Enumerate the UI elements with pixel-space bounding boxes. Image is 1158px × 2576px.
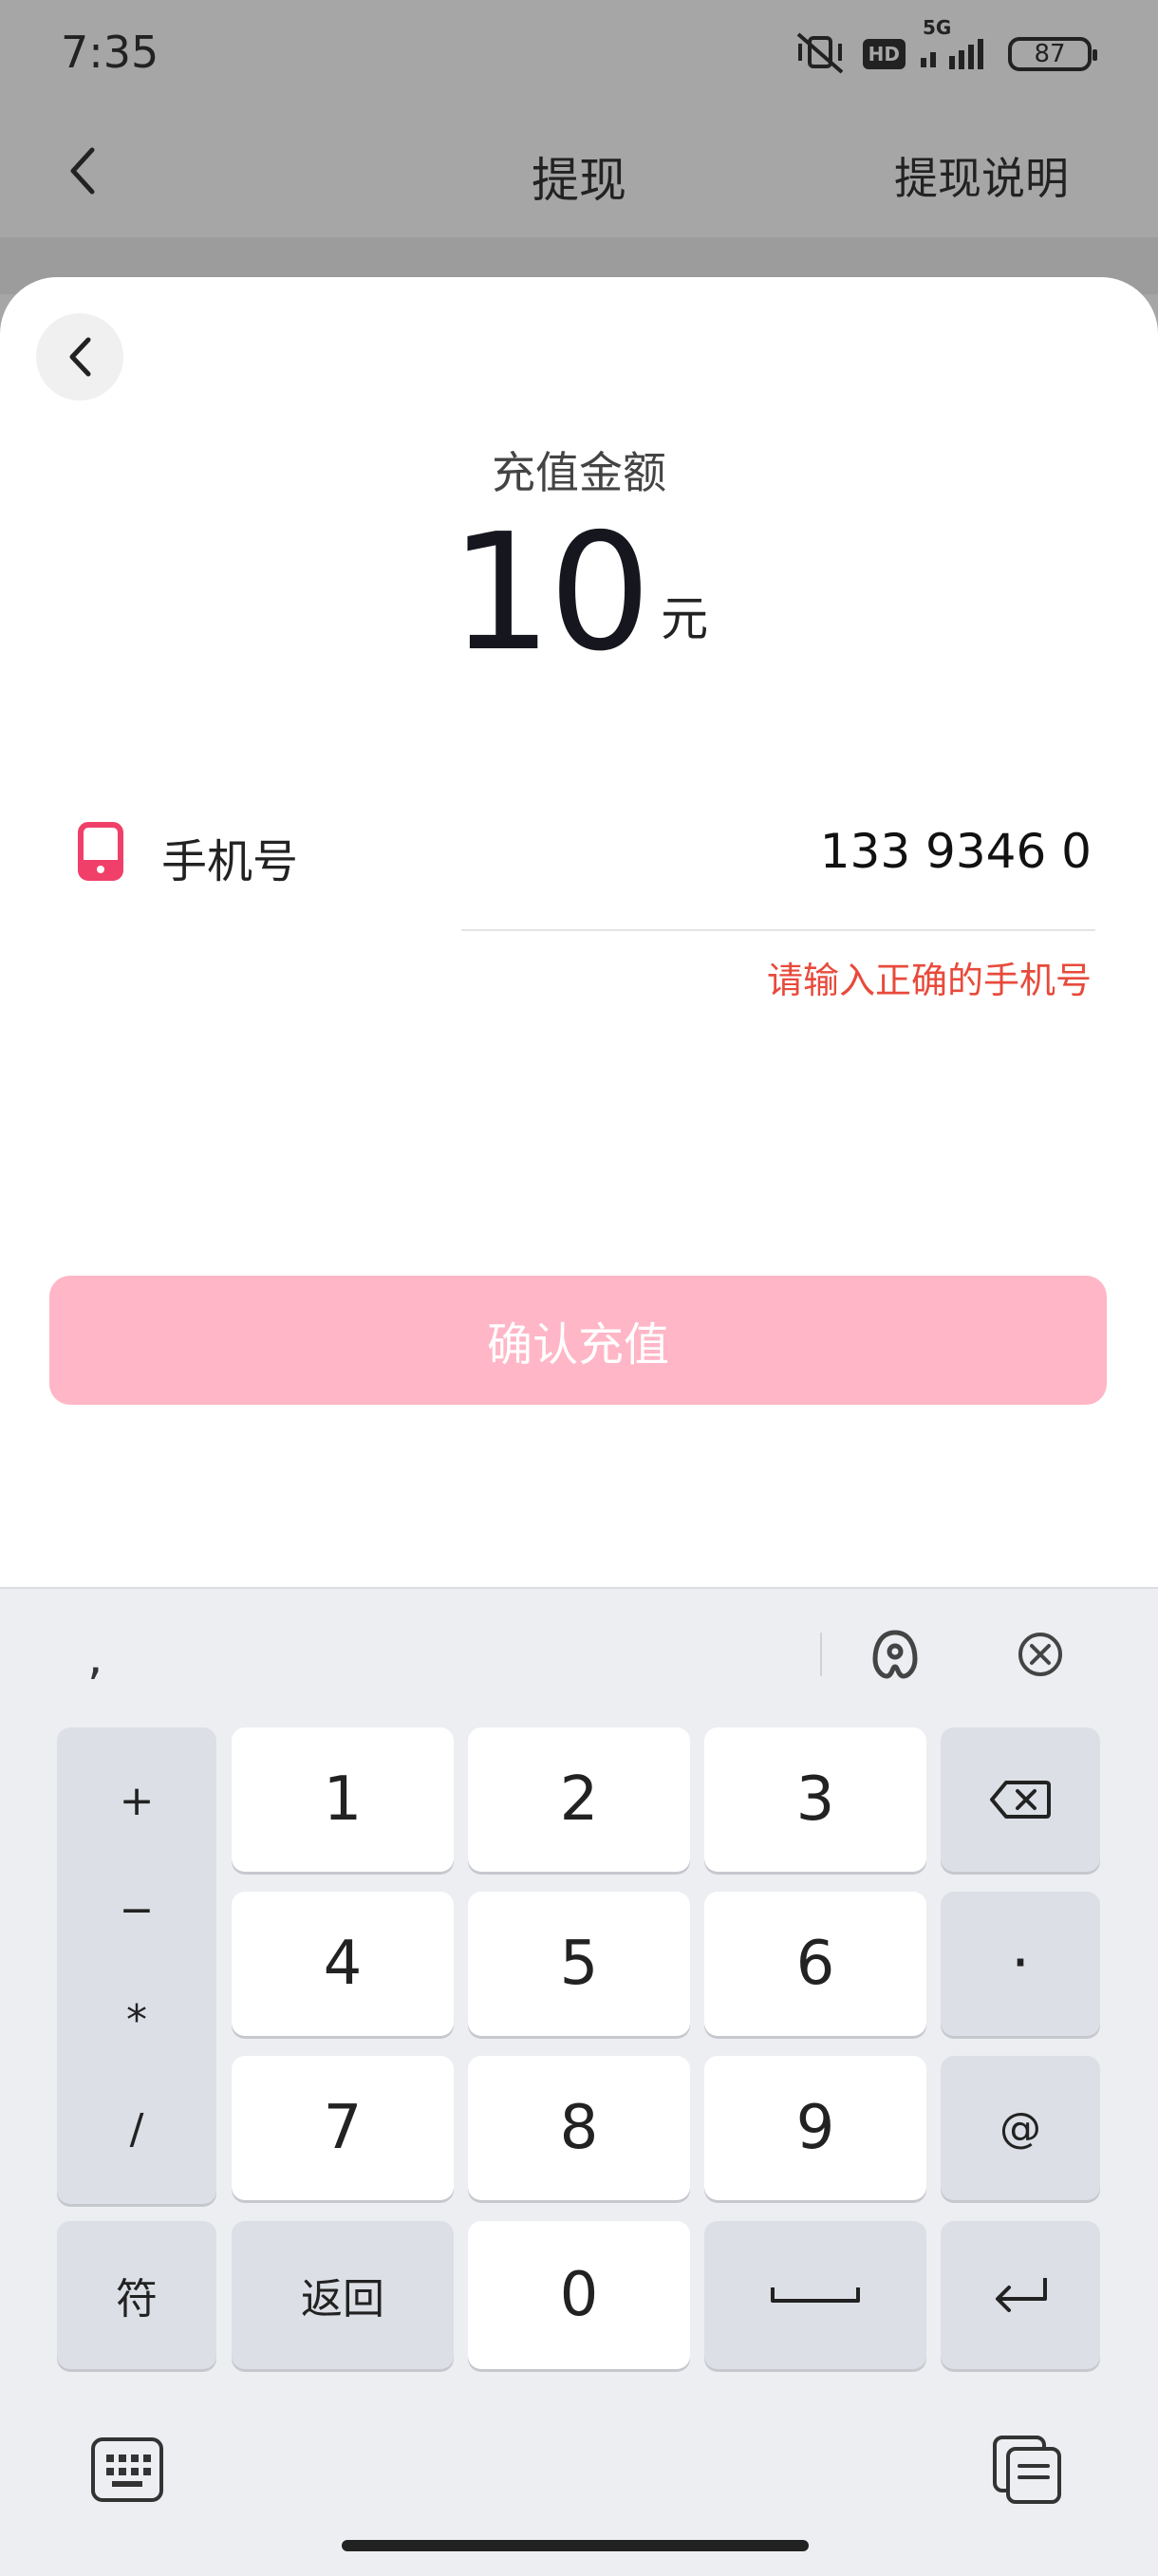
return-key[interactable]: 返回 bbox=[232, 2221, 454, 2369]
multiply-key[interactable]: * bbox=[126, 1999, 147, 2042]
confirm-recharge-button[interactable]: 确认充值 bbox=[49, 1276, 1107, 1405]
amount-display: 10 元 bbox=[0, 513, 1158, 674]
dot-key[interactable]: · bbox=[941, 1892, 1100, 2036]
divide-key[interactable]: / bbox=[130, 2109, 144, 2151]
phone-input[interactable]: 133 9346 0 bbox=[820, 824, 1092, 879]
sheet-back-button[interactable] bbox=[36, 313, 123, 401]
phone-error-message: 请输入正确的手机号 bbox=[766, 960, 1092, 1001]
backspace-icon bbox=[990, 1781, 1051, 1819]
battery-icon: 87 bbox=[1008, 37, 1097, 71]
plus-key[interactable]: + bbox=[120, 1780, 155, 1822]
enter-key[interactable] bbox=[941, 2221, 1100, 2369]
home-indicator[interactable] bbox=[342, 2540, 809, 2551]
phone-label: 手机号 bbox=[161, 835, 299, 888]
key-9[interactable]: 9 bbox=[704, 2056, 926, 2200]
amount-value: 10 bbox=[449, 499, 651, 687]
vibrate-mute-icon bbox=[793, 28, 848, 80]
space-key[interactable] bbox=[704, 2221, 926, 2369]
voice-assistant-icon[interactable] bbox=[862, 1621, 928, 1688]
phone-icon bbox=[78, 822, 123, 881]
signal-icon: 5G bbox=[921, 16, 993, 73]
status-icons: HD 5G 87 bbox=[793, 16, 1097, 80]
clipboard-icon[interactable] bbox=[987, 2430, 1067, 2510]
amount-unit: 元 bbox=[661, 591, 709, 646]
hd-icon: HD bbox=[862, 39, 906, 69]
close-keyboard-icon[interactable] bbox=[1007, 1621, 1074, 1688]
minus-key[interactable]: − bbox=[120, 1890, 155, 1932]
symbol-column-key[interactable]: + − * / bbox=[57, 1727, 216, 2204]
keyboard-toolbar-divider bbox=[820, 1633, 822, 1676]
key-8[interactable]: 8 bbox=[468, 2056, 690, 2200]
at-key[interactable]: @ bbox=[941, 2056, 1100, 2200]
status-time: 7:35 bbox=[61, 27, 159, 78]
amount-label: 充值金额 bbox=[492, 447, 666, 498]
key-7[interactable]: 7 bbox=[232, 2056, 454, 2200]
comma-suggestion[interactable]: , bbox=[87, 1629, 103, 1686]
withdraw-info-link[interactable]: 提现说明 bbox=[894, 144, 1069, 207]
space-icon bbox=[771, 2287, 860, 2303]
key-1[interactable]: 1 bbox=[232, 1727, 454, 1872]
backspace-key[interactable] bbox=[941, 1727, 1100, 1872]
symbols-key[interactable]: 符 bbox=[57, 2221, 216, 2369]
keyboard-switch-icon[interactable] bbox=[87, 2430, 167, 2510]
chevron-left-icon bbox=[69, 337, 91, 377]
key-2[interactable]: 2 bbox=[468, 1727, 690, 1872]
key-5[interactable]: 5 bbox=[468, 1892, 690, 2036]
key-3[interactable]: 3 bbox=[704, 1727, 926, 1872]
phone-input-underline bbox=[461, 929, 1095, 931]
key-0[interactable]: 0 bbox=[468, 2221, 690, 2369]
key-6[interactable]: 6 bbox=[704, 1892, 926, 2036]
enter-icon bbox=[996, 2278, 1047, 2312]
app-header: 提现 提现说明 bbox=[0, 114, 1158, 256]
key-4[interactable]: 4 bbox=[232, 1892, 454, 2036]
